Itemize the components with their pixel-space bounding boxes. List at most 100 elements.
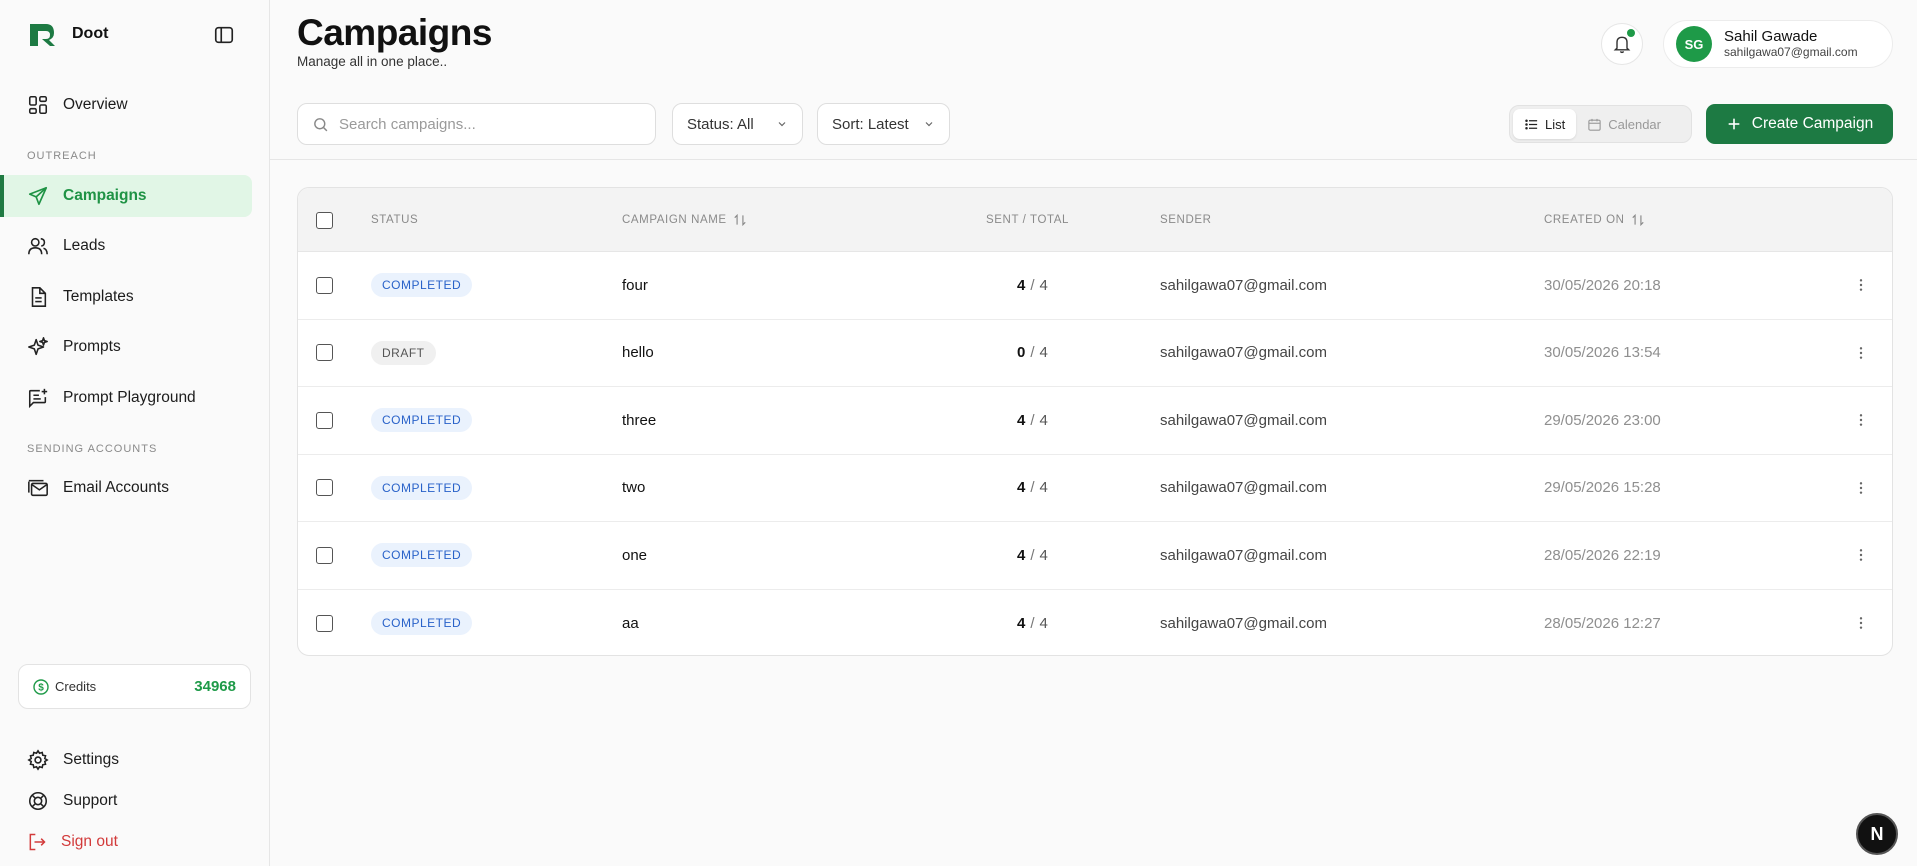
- table-row[interactable]: COMPLETED aa 4/4 sahilgawa07@gmail.com 28/05…: [298, 590, 1892, 656]
- status-filter-select[interactable]: Status: All: [672, 103, 803, 145]
- created-on: 29/05/2026 23:00: [1544, 411, 1661, 429]
- sent-separator: /: [1030, 479, 1035, 497]
- sidebar-item-prompt-playground[interactable]: Prompt Playground: [18, 377, 252, 419]
- column-label: CAMPAIGN NAME: [622, 214, 727, 226]
- row-select-cell: [316, 320, 333, 387]
- sidebar-item-label: Templates: [63, 288, 134, 305]
- campaign-name[interactable]: two: [622, 455, 645, 522]
- notifications-button[interactable]: [1601, 23, 1643, 65]
- row-actions-button[interactable]: [1853, 455, 1869, 522]
- sidebar-item-campaigns[interactable]: Campaigns: [0, 175, 252, 217]
- sent-count: 4: [1017, 614, 1026, 632]
- sender-email: sahilgawa07@gmail.com: [1160, 479, 1327, 497]
- sidebar-toggle-icon: [214, 26, 234, 44]
- sidebar-item-label: Settings: [63, 751, 120, 768]
- campaign-name[interactable]: one: [622, 522, 647, 589]
- brand-name: Doot: [72, 25, 109, 42]
- user-email: sahilgawa07@gmail.com: [1724, 44, 1858, 59]
- sidebar-item-support[interactable]: Support: [18, 784, 252, 818]
- campaigns-table: STATUS CAMPAIGN NAME SENT / TOTAL SENDER…: [297, 187, 1893, 656]
- select-all-checkbox[interactable]: [316, 211, 333, 229]
- table-row[interactable]: COMPLETED three 4/4 sahilgawa07@gmail.com 29…: [298, 387, 1892, 455]
- credits-card: $ Credits 34968: [18, 664, 251, 709]
- column-campaign-name[interactable]: CAMPAIGN NAME: [622, 188, 747, 252]
- table-header: STATUS CAMPAIGN NAME SENT / TOTAL SENDER…: [298, 188, 1892, 252]
- column-created-on[interactable]: CREATED ON: [1544, 188, 1645, 252]
- row-checkbox[interactable]: [316, 276, 333, 294]
- table-row[interactable]: COMPLETED one 4/4 sahilgawa07@gmail.com 28/0…: [298, 522, 1892, 590]
- sender-email: sahilgawa07@gmail.com: [1160, 546, 1327, 564]
- total-count: 4: [1039, 546, 1048, 564]
- sort-arrows-icon: [1631, 213, 1644, 227]
- avatar: SG: [1676, 26, 1712, 62]
- sent-total-cell: 4/4: [1017, 522, 1048, 589]
- status-badge: COMPLETED: [371, 475, 473, 500]
- row-checkbox[interactable]: [316, 614, 333, 632]
- brand[interactable]: Doot: [26, 18, 108, 50]
- more-vertical-icon: [1859, 549, 1863, 562]
- row-actions-button[interactable]: [1853, 522, 1869, 589]
- sidebar-toggle-button[interactable]: [210, 22, 238, 48]
- row-actions-button[interactable]: [1853, 252, 1869, 319]
- view-list-label: List: [1545, 116, 1566, 132]
- sidebar-item-signout[interactable]: Sign out: [18, 825, 252, 859]
- row-checkbox[interactable]: [316, 546, 333, 564]
- header-divider: [270, 159, 1917, 160]
- chat-plus-icon: [28, 388, 48, 409]
- sort-select[interactable]: Sort: Latest: [817, 103, 950, 145]
- row-select-cell: [316, 252, 333, 319]
- user-menu[interactable]: SG Sahil Gawade sahilgawa07@gmail.com: [1663, 20, 1893, 68]
- send-icon: [28, 186, 48, 206]
- next-dev-indicator-button[interactable]: N: [1856, 813, 1898, 855]
- sidebar-item-leads[interactable]: Leads: [18, 225, 252, 267]
- view-calendar-button[interactable]: Calendar: [1576, 109, 1672, 139]
- table-row[interactable]: DRAFT hello 0/4 sahilgawa07@gmail.com 30/05/…: [298, 320, 1892, 387]
- sent-separator: /: [1030, 276, 1035, 294]
- more-vertical-icon: [1859, 414, 1863, 427]
- sidebar-item-overview[interactable]: Overview: [18, 84, 252, 126]
- section-label-sending-accounts: SENDING ACCOUNTS: [27, 443, 158, 455]
- create-campaign-button[interactable]: Create Campaign: [1706, 104, 1893, 144]
- search-input[interactable]: [339, 115, 639, 133]
- status-cell: DRAFT: [371, 320, 436, 387]
- more-vertical-icon: [1859, 617, 1863, 630]
- campaign-name[interactable]: aa: [622, 590, 639, 656]
- sender-email: sahilgawa07@gmail.com: [1160, 614, 1327, 632]
- row-checkbox[interactable]: [316, 344, 333, 362]
- sidebar-item-label: Prompts: [63, 338, 121, 355]
- sidebar-item-templates[interactable]: Templates: [18, 276, 252, 318]
- calendar-icon: [1588, 118, 1601, 131]
- campaign-name[interactable]: three: [622, 387, 656, 454]
- campaign-name[interactable]: hello: [622, 320, 654, 387]
- mail-stack-icon: [28, 479, 48, 497]
- created-on: 30/05/2026 13:54: [1544, 344, 1661, 362]
- list-icon: [1525, 119, 1538, 129]
- sidebar-item-label: Support: [63, 792, 118, 809]
- status-badge: COMPLETED: [371, 273, 473, 298]
- table-row[interactable]: COMPLETED two 4/4 sahilgawa07@gmail.com 29/0…: [298, 455, 1892, 522]
- view-list-button[interactable]: List: [1513, 109, 1577, 139]
- created-on: 29/05/2026 15:28: [1544, 479, 1661, 497]
- sidebar-item-prompts[interactable]: Prompts: [18, 326, 252, 368]
- row-checkbox[interactable]: [316, 479, 333, 497]
- campaign-name[interactable]: four: [622, 252, 648, 319]
- status-cell: COMPLETED: [371, 590, 473, 656]
- total-count: 4: [1039, 479, 1048, 497]
- status-badge: DRAFT: [371, 340, 436, 365]
- row-actions-button[interactable]: [1853, 320, 1869, 387]
- sent-total-cell: 4/4: [1017, 455, 1048, 522]
- doot-logo-icon: [30, 24, 55, 46]
- section-label-outreach: OUTREACH: [27, 150, 97, 162]
- status-badge: COMPLETED: [371, 543, 473, 568]
- table-row[interactable]: COMPLETED four 4/4 sahilgawa07@gmail.com 30/…: [298, 252, 1892, 320]
- sidebar-item-label: Prompt Playground: [63, 389, 196, 406]
- sidebar-item-email-accounts[interactable]: Email Accounts: [18, 467, 252, 509]
- sender-email: sahilgawa07@gmail.com: [1160, 344, 1327, 362]
- view-calendar-label: Calendar: [1608, 116, 1661, 132]
- row-actions-button[interactable]: [1853, 387, 1869, 454]
- row-checkbox[interactable]: [316, 411, 333, 429]
- sidebar-item-settings[interactable]: Settings: [18, 743, 252, 777]
- sender-email: sahilgawa07@gmail.com: [1160, 276, 1327, 294]
- status-cell: COMPLETED: [371, 455, 473, 522]
- row-actions-button[interactable]: [1853, 590, 1869, 656]
